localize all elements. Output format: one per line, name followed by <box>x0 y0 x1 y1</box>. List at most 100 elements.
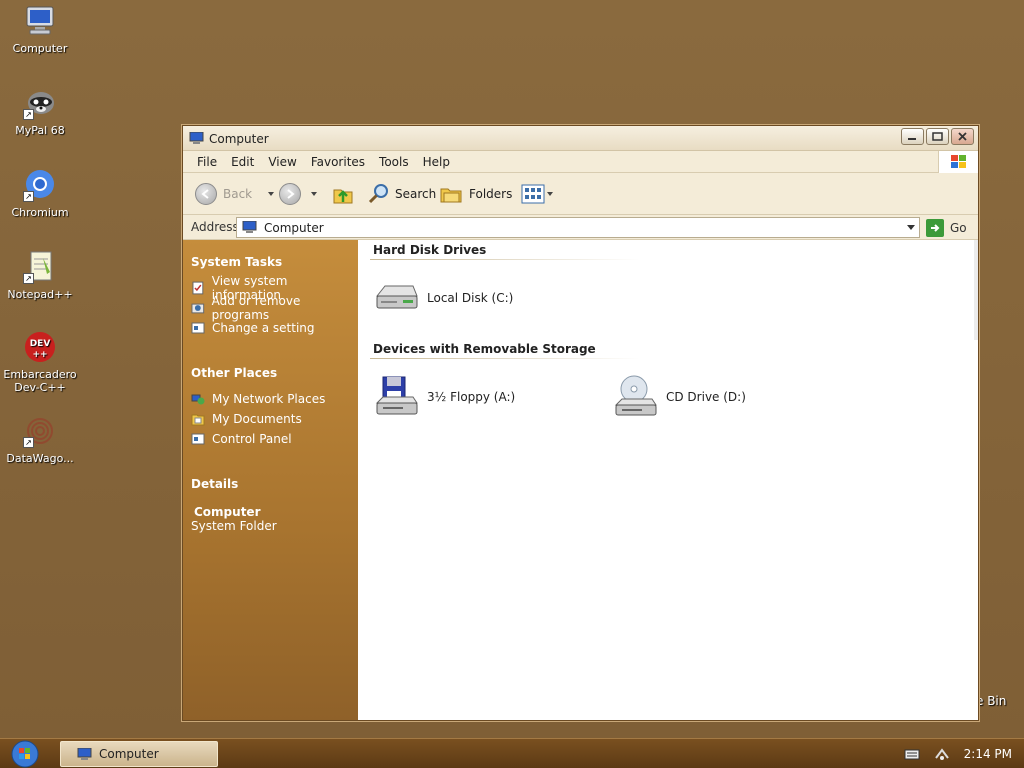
desktop-icon-mypal[interactable]: ↗ MyPal 68 <box>0 86 80 137</box>
other-places-section: Other Places My Network Places My Docume… <box>191 366 325 449</box>
up-button[interactable] <box>331 182 355 206</box>
system-tasks-section: System Tasks View system information Add… <box>191 255 358 338</box>
go-arrow-icon <box>926 219 944 237</box>
computer-icon <box>189 131 205 145</box>
back-button[interactable]: Back <box>195 182 275 206</box>
desktop-icon-label-line1: Embarcadero <box>3 368 77 381</box>
group-hard-disk-drives: Hard Disk Drives <box>373 243 487 257</box>
chevron-down-icon[interactable] <box>311 192 317 196</box>
desktop-icon-devcpp[interactable]: DEV ++ Embarcadero Dev-C++ <box>0 330 80 394</box>
address-bar: Address Computer Go <box>183 215 978 240</box>
chevron-down-icon[interactable] <box>268 192 275 196</box>
forward-button[interactable] <box>279 182 317 206</box>
chevron-down-icon <box>547 192 553 196</box>
drive-label: CD Drive (D:) <box>666 390 746 404</box>
task-label: Add or remove programs <box>211 294 301 322</box>
folders-icon <box>440 188 462 203</box>
address-input[interactable]: Computer <box>236 217 920 238</box>
desktop-icon-chromium[interactable]: ↗ Chromium <box>0 168 80 219</box>
forward-arrow-icon <box>279 183 301 205</box>
menu-file[interactable]: File <box>190 151 224 173</box>
views-icon <box>521 184 545 204</box>
chevron-down-icon[interactable] <box>907 225 915 230</box>
hard-disk-icon <box>375 285 418 309</box>
menu-tools[interactable]: Tools <box>372 151 416 173</box>
search-button[interactable]: Search <box>367 182 436 206</box>
my-documents-icon <box>191 414 205 426</box>
menu-bar: File Edit View Favorites Tools Help <box>183 151 978 173</box>
folders-label: Folders <box>469 187 513 201</box>
menu-edit[interactable]: Edit <box>224 151 261 173</box>
desktop-icon-label-line2: Dev-C++ <box>14 381 66 394</box>
search-label: Search <box>395 187 437 201</box>
desktop-icon-label: MyPal 68 <box>15 124 65 137</box>
devcpp-icon: DEV ++ <box>23 330 57 364</box>
desktop-icon-notepadpp[interactable]: ↗ Notepad++ <box>0 250 80 301</box>
drive-floppy-a[interactable]: 3½ Floppy (A:) <box>373 373 515 421</box>
windows-orb-icon <box>11 740 39 768</box>
task-pane: System Tasks View system information Add… <box>183 240 358 720</box>
place-my-network-places[interactable]: My Network Places <box>191 389 325 409</box>
desktop-icon-computer[interactable]: Computer <box>0 4 80 55</box>
control-panel-icon <box>191 433 205 445</box>
keyboard-icon[interactable] <box>904 746 920 762</box>
window-body: System Tasks View system information Add… <box>183 240 978 720</box>
place-label: My Documents <box>212 412 302 426</box>
place-label: My Network Places <box>212 392 326 406</box>
place-my-documents[interactable]: My Documents <box>191 409 325 429</box>
taskbar-item-computer[interactable]: Computer <box>60 741 218 767</box>
desktop-icon-datawago[interactable]: ↗ DataWago... <box>0 414 80 465</box>
maximize-button[interactable] <box>926 128 949 145</box>
recycle-bin-label[interactable]: e Bin <box>976 694 1006 708</box>
group-removable-storage: Devices with Removable Storage <box>373 342 596 356</box>
scrollbar[interactable] <box>974 240 978 340</box>
details-name: Computer <box>194 505 261 519</box>
cd-drive-icon <box>614 375 657 416</box>
minimize-icon <box>908 138 916 140</box>
window-title: Computer <box>209 132 269 146</box>
computer-icon <box>77 747 93 761</box>
close-icon <box>958 132 967 141</box>
computer-icon <box>23 4 57 38</box>
back-arrow-icon <box>195 183 217 205</box>
notepad-icon: ↗ <box>23 250 57 284</box>
network-icon[interactable] <box>934 746 950 762</box>
content-pane: Hard Disk Drives Local Disk (C:) Devices… <box>358 240 978 720</box>
drive-local-disk-c[interactable]: Local Disk (C:) <box>373 274 513 322</box>
menu-view[interactable]: View <box>261 151 303 173</box>
desktop-icon-label: Computer <box>12 42 68 55</box>
title-bar[interactable]: Computer <box>183 126 978 151</box>
minimize-button[interactable] <box>901 128 924 145</box>
drive-cd-d[interactable]: CD Drive (D:) <box>612 373 746 421</box>
place-label: Control Panel <box>212 432 292 446</box>
menu-help[interactable]: Help <box>416 151 457 173</box>
desktop-icon-label: Notepad++ <box>7 288 73 301</box>
toolbar: Back Search Folders <box>183 173 978 215</box>
folders-button[interactable]: Folders <box>439 182 512 206</box>
details-title[interactable]: Details <box>191 477 277 491</box>
devcpp-icon-text: DEV <box>30 339 51 349</box>
network-places-icon <box>191 394 205 405</box>
restore-icon <box>932 132 943 141</box>
start-button[interactable] <box>8 740 42 768</box>
drive-label: 3½ Floppy (A:) <box>427 390 516 404</box>
other-places-title[interactable]: Other Places <box>191 366 325 380</box>
floppy-drive-icon <box>375 376 418 415</box>
menu-favorites[interactable]: Favorites <box>304 151 372 173</box>
address-value: Computer <box>264 220 324 235</box>
system-tasks-title[interactable]: System Tasks <box>191 255 358 269</box>
views-button[interactable] <box>521 182 553 206</box>
go-label: Go <box>950 221 967 235</box>
clock[interactable]: 2:14 PM <box>964 747 1012 761</box>
raccoon-icon: ↗ <box>23 86 57 120</box>
folder-up-icon <box>333 189 353 204</box>
place-control-panel[interactable]: Control Panel <box>191 429 325 449</box>
go-button[interactable]: Go <box>926 218 967 238</box>
desktop-icon-label: DataWago... <box>6 452 74 465</box>
system-info-icon <box>192 281 204 295</box>
task-add-remove-programs[interactable]: Add or remove programs <box>191 294 358 322</box>
shortcut-arrow-icon: ↗ <box>23 437 34 448</box>
close-button[interactable] <box>951 128 974 145</box>
address-label: Address <box>191 220 239 234</box>
fingerprint-icon: ↗ <box>23 414 57 448</box>
